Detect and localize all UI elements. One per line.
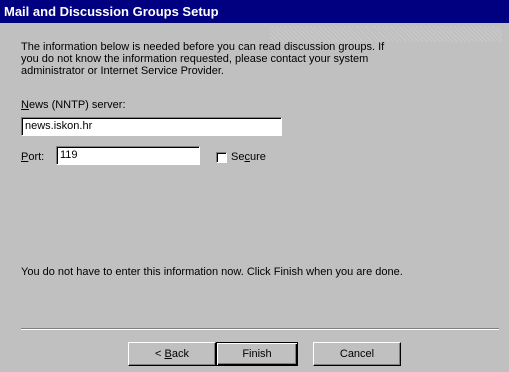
secure-checkbox[interactable] xyxy=(216,152,227,163)
back-button-mnemonic: B xyxy=(164,348,172,360)
port-input[interactable]: 119 xyxy=(56,146,200,165)
news-server-label-rest: ews (NNTP) server: xyxy=(28,99,126,111)
info-line-1: The information below is needed before y… xyxy=(21,41,385,53)
note-text: You do not have to enter this informatio… xyxy=(21,266,403,278)
port-label-rest: ort: xyxy=(28,151,45,163)
info-line-2: you do not know the information requeste… xyxy=(21,53,369,65)
news-server-label: News (NNTP) server: xyxy=(21,99,126,111)
news-server-input[interactable]: news.iskon.hr xyxy=(21,117,282,136)
secure-label-post: ure xyxy=(249,151,266,163)
window-title: Mail and Discussion Groups Setup xyxy=(4,4,219,19)
back-button[interactable]: < Back xyxy=(128,342,216,366)
port-label: Port: xyxy=(21,151,44,163)
setup-dialog: Mail and Discussion Groups Setup The inf… xyxy=(0,0,509,372)
back-button-prefix: < xyxy=(155,348,165,360)
info-text: The information below is needed before y… xyxy=(21,41,421,77)
secure-label-pre: Se xyxy=(231,151,245,163)
secure-label[interactable]: Secure xyxy=(231,151,266,163)
info-line-3: administrator or Internet Service Provid… xyxy=(21,65,224,77)
news-server-label-mnemonic: N xyxy=(21,99,29,111)
title-bar[interactable]: Mail and Discussion Groups Setup xyxy=(0,0,509,23)
back-button-rest: ack xyxy=(171,348,189,360)
finish-button[interactable]: Finish xyxy=(216,342,298,366)
cancel-button[interactable]: Cancel xyxy=(313,342,401,366)
decorative-pattern xyxy=(270,26,502,42)
separator-line xyxy=(21,328,499,330)
